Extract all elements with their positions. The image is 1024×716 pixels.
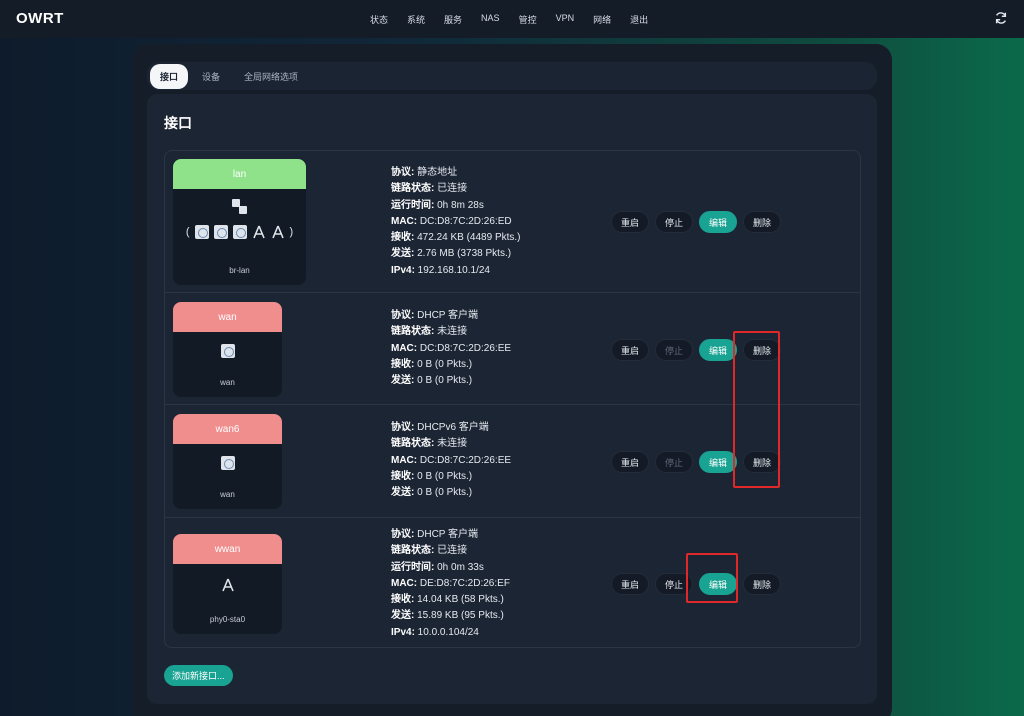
info-line: IPv4: 192.168.10.1/24 <box>391 264 490 276</box>
info-line: 链路状态: 已连接 <box>391 545 468 557</box>
delete-button[interactable]: 删除 <box>743 451 782 473</box>
restart-button[interactable]: 重启 <box>611 573 650 595</box>
tab-interfaces[interactable]: 接口 <box>150 63 189 89</box>
restart-button[interactable]: 重启 <box>611 451 650 473</box>
interface-card-lan[interactable]: lan ( ) br-lan <box>173 159 306 285</box>
stop-button: 停止 <box>655 339 694 361</box>
info-line: 链路状态: 已连接 <box>391 183 468 195</box>
interface-info-wan6: 协议: DHCPv6 客户端 链路状态: 未连接 MAC: DC:D8:7C:2… <box>391 420 511 501</box>
ethernet-port-icon <box>213 225 228 239</box>
interfaces-section: 接口 lan ( ) br-lan 协议: 静态地址 链路状态: 已连接 运行时… <box>147 94 877 704</box>
delete-button[interactable]: 删除 <box>743 339 782 361</box>
stop-button: 停止 <box>655 451 694 473</box>
device-name: phy0-sta0 <box>209 615 246 624</box>
info-line: 运行时间: 0h 0m 33s <box>391 561 484 573</box>
wifi-antenna-icon <box>252 225 265 239</box>
info-line: 发送: 2.76 MB (3738 Pkts.) <box>391 248 512 260</box>
info-line: 接收: 0 B (0 Pkts.) <box>391 358 473 370</box>
info-line: 发送: 0 B (0 Pkts.) <box>391 375 473 387</box>
tab-bar: 接口 设备 全局网络选项 <box>147 62 877 90</box>
nav-item-logout[interactable]: 退出 <box>630 13 648 26</box>
add-interface-button[interactable]: 添加新接口... <box>164 665 233 686</box>
interface-card-wwan[interactable]: wwan phy0-sta0 <box>173 534 282 634</box>
refresh-icon[interactable] <box>994 11 1008 25</box>
restart-button[interactable]: 重启 <box>611 211 650 233</box>
nav-item-status[interactable]: 状态 <box>370 13 388 26</box>
info-line: MAC: DC:D8:7C:2D:26:EE <box>391 342 512 354</box>
nav-item-nas[interactable]: NAS <box>481 13 500 26</box>
page-title: 接口 <box>164 115 192 131</box>
edit-button[interactable]: 编辑 <box>699 339 738 361</box>
interface-row-wwan: wwan phy0-sta0 协议: DHCP 客户端 链路状态: 已连接 运行… <box>165 518 860 648</box>
nav-item-network[interactable]: 网络 <box>593 13 611 26</box>
main-nav: 状态 系统 服务 NAS 管控 VPN 网络 退出 <box>370 13 648 26</box>
ethernet-port-icon <box>194 225 209 239</box>
interface-row-wan: wan wan 协议: DHCP 客户端 链路状态: 未连接 MAC: DC:D… <box>165 293 860 405</box>
top-bar: OWRT 状态 系统 服务 NAS 管控 VPN 网络 退出 <box>0 0 1024 38</box>
edit-button[interactable]: 编辑 <box>699 211 738 233</box>
interface-info-wwan: 协议: DHCP 客户端 链路状态: 已连接 运行时间: 0h 0m 33s M… <box>391 527 510 641</box>
stop-button[interactable]: 停止 <box>655 211 694 233</box>
stop-button[interactable]: 停止 <box>655 573 694 595</box>
info-line: 协议: DHCP 客户端 <box>391 529 479 540</box>
info-line: MAC: DC:D8:7C:2D:26:EE <box>391 454 512 466</box>
port-icons: ( ) <box>185 225 294 239</box>
interface-name-lan: lan <box>173 159 306 189</box>
interface-row-wan6: wan6 wan 协议: DHCPv6 客户端 链路状态: 未连接 MAC: D… <box>165 405 860 518</box>
row-actions: 重启 停止 编辑 删除 <box>611 451 782 473</box>
interface-list: lan ( ) br-lan 协议: 静态地址 链路状态: 已连接 运行时间: … <box>164 150 861 648</box>
interface-card-wan[interactable]: wan wan <box>173 302 282 397</box>
nav-item-system[interactable]: 系统 <box>407 13 425 26</box>
interface-name-wan6: wan6 <box>173 414 282 444</box>
interface-info-wan: 协议: DHCP 客户端 链路状态: 未连接 MAC: DC:D8:7C:2D:… <box>391 308 511 389</box>
row-actions: 重启 停止 编辑 删除 <box>611 339 782 361</box>
info-line: 协议: DHCP 客户端 <box>391 310 479 321</box>
interface-name-wan: wan <box>173 302 282 332</box>
nav-item-vpn[interactable]: VPN <box>556 13 575 26</box>
info-line: IPv4: 10.0.0.104/24 <box>391 626 479 638</box>
brand-logo[interactable]: OWRT <box>16 10 64 27</box>
ethernet-port-icon <box>220 456 235 470</box>
ethernet-port-icon <box>220 344 235 358</box>
nav-item-control[interactable]: 管控 <box>519 13 537 26</box>
restart-button[interactable]: 重启 <box>611 339 650 361</box>
delete-button[interactable]: 删除 <box>743 573 782 595</box>
edit-button[interactable]: 编辑 <box>699 573 738 595</box>
wifi-antenna-icon <box>271 225 284 239</box>
info-line: MAC: DE:D8:7C:2D:26:EF <box>391 577 510 589</box>
device-name: wan <box>220 378 235 387</box>
device-name: br-lan <box>229 266 250 275</box>
device-name: wan <box>220 490 235 499</box>
info-line: 发送: 15.89 KB (95 Pkts.) <box>391 610 504 622</box>
info-line: 接收: 0 B (0 Pkts.) <box>391 470 473 482</box>
interface-name-wwan: wwan <box>173 534 282 564</box>
info-line: 链路状态: 未连接 <box>391 326 468 338</box>
tab-devices[interactable]: 设备 <box>192 64 230 89</box>
wifi-antenna-icon <box>221 578 234 592</box>
info-line: 接收: 472.24 KB (4489 Pkts.) <box>391 232 521 244</box>
row-actions: 重启 停止 编辑 删除 <box>611 211 782 233</box>
interface-info-lan: 协议: 静态地址 链路状态: 已连接 运行时间: 0h 8m 28s MAC: … <box>391 165 521 279</box>
delete-button[interactable]: 删除 <box>743 211 782 233</box>
interface-card-wan6[interactable]: wan6 wan <box>173 414 282 509</box>
info-line: 协议: DHCPv6 客户端 <box>391 422 489 433</box>
interface-row-lan: lan ( ) br-lan 协议: 静态地址 链路状态: 已连接 运行时间: … <box>165 151 860 293</box>
info-line: 运行时间: 0h 8m 28s <box>391 199 484 211</box>
edit-button[interactable]: 编辑 <box>699 451 738 473</box>
row-actions: 重启 停止 编辑 删除 <box>611 573 782 595</box>
info-line: 接收: 14.04 KB (58 Pkts.) <box>391 594 504 606</box>
bridge-icon <box>173 199 306 215</box>
nav-item-services[interactable]: 服务 <box>444 13 462 26</box>
info-line: MAC: DC:D8:7C:2D:26:ED <box>391 215 512 227</box>
tab-global-options[interactable]: 全局网络选项 <box>234 64 308 89</box>
info-line: 链路状态: 未连接 <box>391 438 468 450</box>
info-line: 协议: 静态地址 <box>391 167 458 178</box>
ethernet-port-icon <box>232 225 247 239</box>
info-line: 发送: 0 B (0 Pkts.) <box>391 487 473 499</box>
